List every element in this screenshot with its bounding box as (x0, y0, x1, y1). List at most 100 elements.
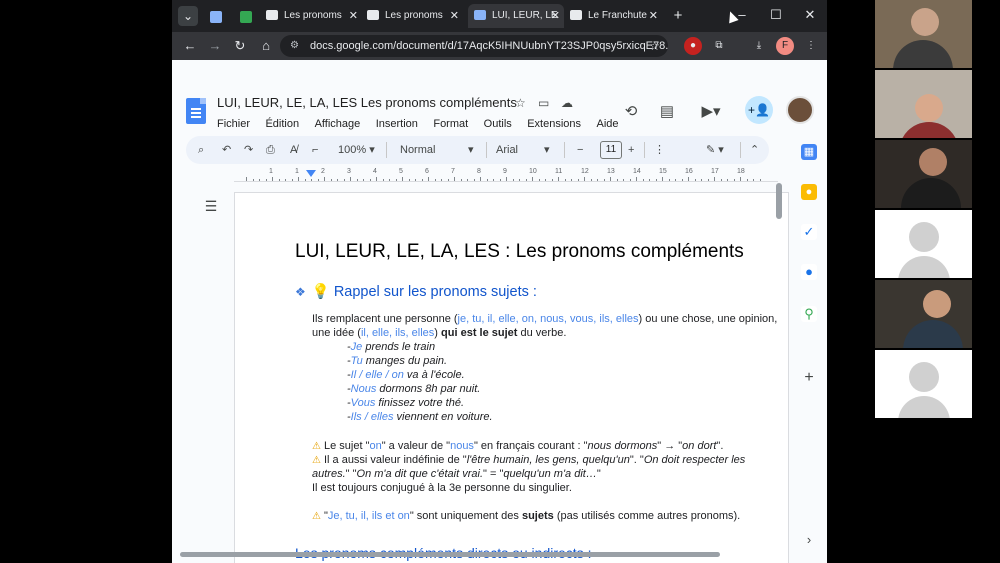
meet-video-icon[interactable]: ▶▾ (694, 100, 728, 124)
font-select[interactable]: Arial ▾ (496, 140, 556, 160)
share-button[interactable]: +👤 (745, 96, 773, 124)
example-ils-elles: -Ils / elles viennent en voiture. (347, 411, 493, 423)
ruler-tick (623, 179, 624, 181)
menu-insertion[interactable]: Insertion (376, 118, 418, 130)
avatar[interactable] (786, 96, 814, 124)
participant-video-6-placeholder (875, 350, 972, 418)
show-side-panel-chevron-icon[interactable]: › (801, 532, 817, 548)
sheets-app-icon[interactable] (206, 6, 226, 26)
spellcheck-icon[interactable]: A̸ (290, 140, 297, 160)
ruler[interactable]: 1 1 2 3 4 5 6 7 8 9 10 11 12 13 14 15 16 17 18 (234, 168, 778, 182)
tab-le-franchute[interactable]: Le Franchute ✕ (570, 4, 662, 28)
docs-favicon-icon (474, 10, 486, 21)
editing-toolbar: ⌕ ↶ ↷ ⎙ A̸ ⌐ 100% ▾ Normal ▾ Arial ▾ − 11 … (186, 136, 769, 164)
back-icon[interactable]: ← (180, 36, 200, 56)
tab-les-pronoms-1[interactable]: Les pronoms ✕ (266, 4, 362, 28)
ruler-tick (265, 179, 267, 181)
ruler-tick (356, 179, 358, 181)
ruler-tick (538, 179, 540, 181)
document-page[interactable]: LUI, LEUR, LE, LA, LES : Les pronoms com… (234, 192, 789, 563)
ruler-tick (551, 179, 553, 181)
comments-icon[interactable]: ▤ (655, 100, 679, 124)
ruler-tick (727, 179, 728, 181)
intro-paragraph-line2: une idée (il, elle, ils, elles) qui est … (312, 327, 567, 339)
paint-format-icon[interactable]: ⌐ (312, 140, 318, 160)
paragraph-style-select[interactable]: Normal ▾ (400, 140, 480, 160)
search-menus-icon[interactable]: ⌕ (198, 140, 204, 160)
close-window-icon[interactable]: ✕ (796, 4, 824, 26)
reload-icon[interactable]: ↻ (230, 36, 250, 56)
hide-menus-chevron-icon[interactable]: ⌃ (750, 140, 759, 160)
maps-icon[interactable]: ⚲ (801, 306, 817, 322)
star-icon[interactable]: ☆ (515, 96, 526, 110)
home-icon[interactable]: ⌂ (256, 36, 276, 56)
ruler-tick (246, 177, 247, 181)
increase-font-size-icon[interactable]: + (628, 140, 634, 160)
ruler-tick (343, 179, 345, 181)
close-tab-icon[interactable]: ✕ (450, 4, 459, 28)
site-info-icon[interactable]: ⚙ (290, 35, 299, 57)
ruler-tick (486, 179, 488, 181)
version-history-icon[interactable]: ⟲ (619, 100, 643, 124)
bookmark-star-icon[interactable]: ☆ (649, 35, 660, 57)
horizontal-scrollbar[interactable] (180, 552, 720, 557)
calendar-icon[interactable]: ▦ (801, 144, 817, 160)
vertical-scrollbar[interactable] (776, 183, 782, 219)
zoom-value: 100% (338, 144, 367, 156)
profile-avatar[interactable]: F (776, 37, 794, 55)
font-size-input[interactable]: 11 (600, 141, 622, 159)
more-options-icon[interactable]: ⋮ (654, 140, 665, 160)
new-tab-button[interactable]: + (668, 6, 688, 26)
document-title[interactable]: LUI, LEUR, LE, LA, LES Les pronoms compl… (217, 95, 517, 110)
document-outline-icon[interactable]: ☰ (202, 197, 220, 215)
forward-icon[interactable]: → (205, 36, 225, 56)
address-bar[interactable]: ⚙ docs.google.com/document/d/17AqcK5IHNU… (280, 35, 668, 57)
ruler-number: 18 (737, 168, 745, 175)
ruler-tick (558, 177, 559, 181)
toolbar-divider (564, 142, 565, 158)
editing-mode-pencil-icon[interactable]: ✎ ▾ (706, 140, 724, 160)
ruler-tick (441, 179, 442, 181)
cloud-saved-icon[interactable]: ☁ (561, 96, 573, 110)
participant-video-4-placeholder (875, 210, 972, 278)
contacts-icon[interactable]: ● (801, 264, 817, 280)
download-icon[interactable]: ⤓ (750, 37, 768, 55)
print-icon[interactable]: ⎙ (266, 140, 275, 160)
move-folder-icon[interactable]: ▭ (538, 96, 549, 110)
indent-marker-icon[interactable] (306, 170, 316, 177)
close-tab-icon[interactable]: ✕ (349, 4, 358, 28)
tab-search-chevron-icon[interactable]: ⌄ (178, 6, 198, 26)
extensions-puzzle-icon[interactable]: ⧉ (710, 37, 728, 55)
keep-icon[interactable]: ● (801, 184, 817, 200)
docs-logo-icon[interactable] (186, 98, 206, 124)
menu-aide[interactable]: Aide (596, 118, 618, 130)
tasks-icon[interactable]: ✓ (801, 224, 817, 240)
menu-extensions[interactable]: Extensions (527, 118, 581, 130)
ruler-tick (603, 179, 605, 181)
redo-icon[interactable]: ↷ (244, 140, 253, 160)
menu-fichier[interactable]: Fichier (217, 118, 250, 130)
ruler-tick (701, 179, 702, 181)
menu-affichage[interactable]: Affichage (315, 118, 361, 130)
browser-menu-icon[interactable]: ⋮ (802, 37, 820, 55)
section-title-text: Rappel sur les pronoms sujets : (333, 284, 537, 300)
close-tab-icon[interactable]: ✕ (649, 4, 658, 28)
ruler-tick (512, 179, 514, 181)
menu-outils[interactable]: Outils (484, 118, 512, 130)
undo-icon[interactable]: ↶ (222, 140, 231, 160)
close-tab-icon[interactable]: ✕ (551, 4, 560, 28)
ruler-tick (454, 177, 455, 181)
menu-edition[interactable]: Édition (265, 118, 299, 130)
tab-lui-leur-active[interactable]: LUI, LEUR, LE ✕ (468, 4, 564, 28)
extension-icon[interactable]: ● (684, 37, 702, 55)
decrease-font-size-icon[interactable]: − (577, 140, 583, 160)
zoom-select[interactable]: 100% ▾ (338, 140, 375, 160)
ruler-tick (571, 179, 572, 181)
ruler-number: 8 (477, 168, 481, 175)
ruler-number: 17 (711, 168, 719, 175)
maximize-icon[interactable]: ☐ (762, 4, 790, 26)
classroom-app-icon[interactable] (236, 6, 256, 26)
get-addons-plus-icon[interactable]: + (801, 370, 817, 386)
menu-format[interactable]: Format (433, 118, 468, 130)
tab-les-pronoms-2[interactable]: Les pronoms ✕ (367, 4, 463, 28)
